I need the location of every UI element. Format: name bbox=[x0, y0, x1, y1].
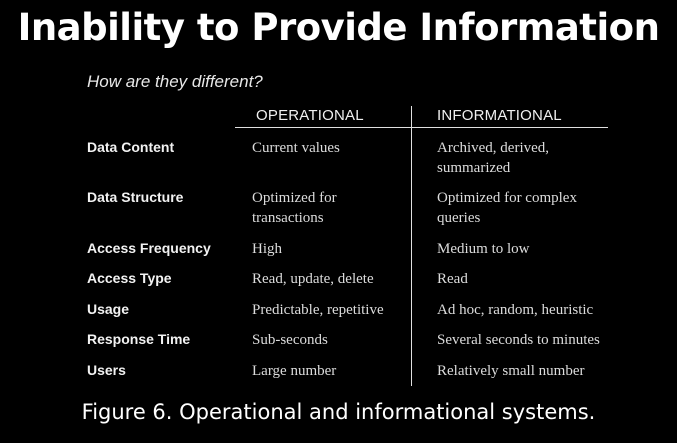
row-label: Data Structure bbox=[87, 189, 184, 205]
operational-value: Read, update, delete bbox=[252, 271, 374, 287]
informational-value: Relatively small number bbox=[437, 363, 585, 379]
operational-value: Sub-seconds bbox=[252, 332, 328, 348]
operational-value: Predictable, repetitive bbox=[252, 302, 384, 318]
operational-value: Large number bbox=[252, 363, 337, 379]
operational-value: High bbox=[252, 241, 282, 257]
row-label: Users bbox=[87, 362, 126, 378]
informational-value: Archived, derived, summarized bbox=[437, 140, 550, 176]
row-label: Access Type bbox=[87, 270, 172, 286]
row-label: Data Content bbox=[87, 139, 175, 155]
column-divider bbox=[411, 106, 412, 386]
column-header-informational: INFORMATIONAL bbox=[437, 107, 562, 124]
slide-title: Inability to Provide Information bbox=[17, 6, 660, 49]
row-label: Usage bbox=[87, 301, 130, 317]
column-header-operational: OPERATIONAL bbox=[256, 107, 364, 124]
informational-value: Ad hoc, random, heuristic bbox=[437, 302, 594, 318]
figure-caption: Figure 6. Operational and informational … bbox=[81, 400, 596, 424]
row-label: Response Time bbox=[87, 331, 191, 347]
informational-value: Read bbox=[437, 271, 468, 287]
informational-value: Several seconds to minutes bbox=[437, 332, 600, 348]
informational-value: Medium to low bbox=[437, 241, 530, 257]
operational-value: Current values bbox=[252, 140, 340, 156]
table-subtitle: How are they different? bbox=[87, 72, 263, 91]
row-label: Access Frequency bbox=[87, 240, 211, 256]
header-divider bbox=[235, 127, 608, 128]
operational-value: Optimized for transactions bbox=[252, 190, 337, 226]
informational-value: Optimized for complex queries bbox=[437, 190, 577, 226]
